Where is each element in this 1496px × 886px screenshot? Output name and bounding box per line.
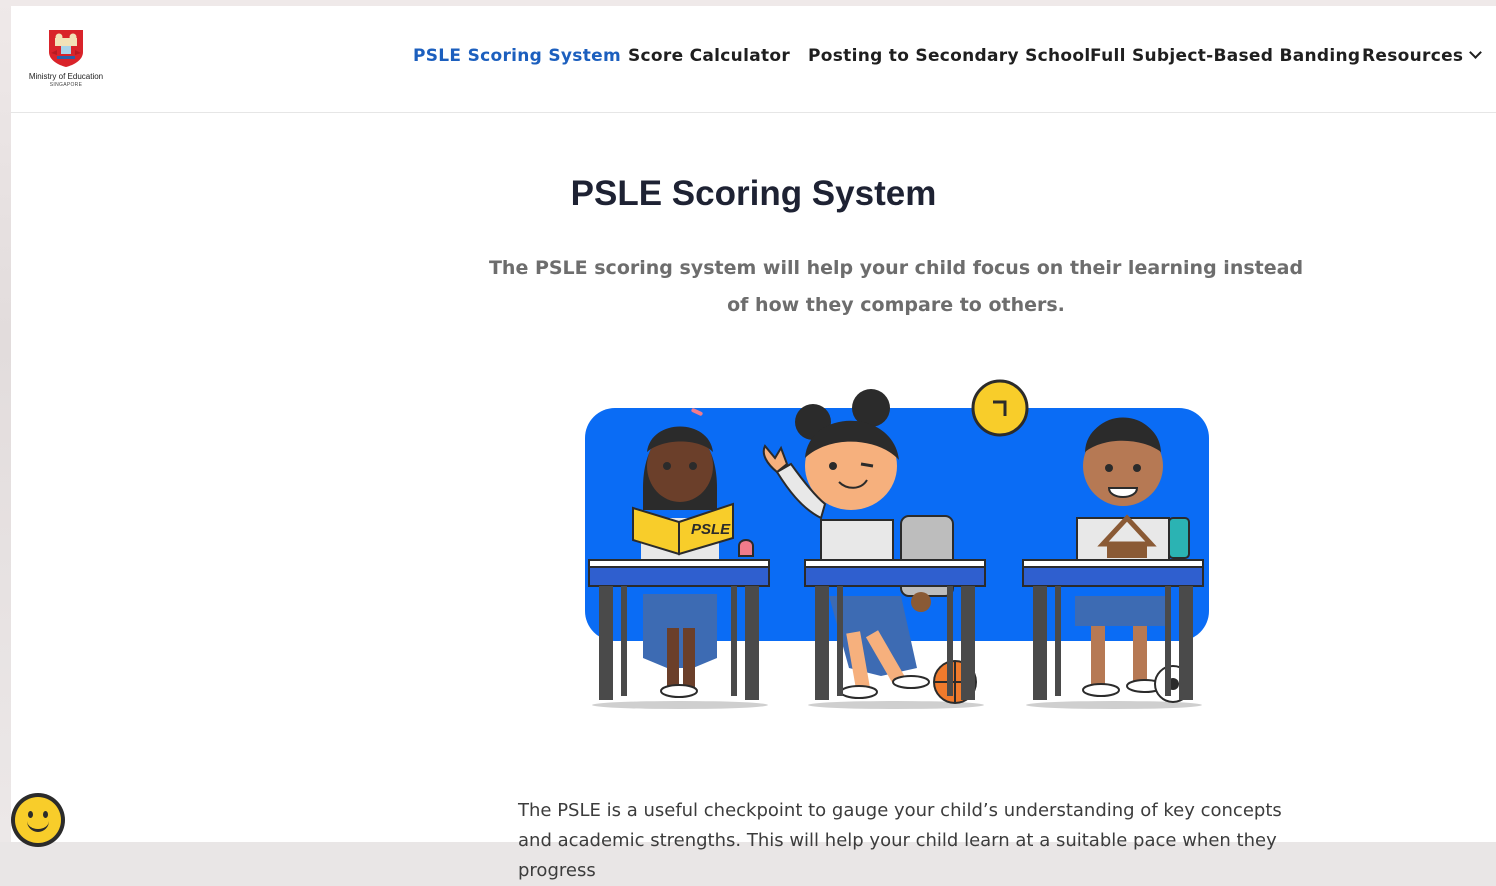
smiley-face-icon [15, 797, 61, 843]
nav-resources[interactable]: Resources [1362, 46, 1483, 66]
svg-text:PSLE: PSLE [691, 521, 731, 538]
students-illustration: PSLE [585, 379, 1209, 709]
logo-text: Ministry of Education [28, 72, 104, 81]
site-header: Ministry of Education SINGAPORE PSLE Sco… [11, 6, 1496, 113]
clock-icon [971, 379, 1029, 437]
smiley-mouth [27, 818, 49, 832]
chat-button[interactable] [11, 793, 65, 847]
smiley-eye [28, 811, 33, 818]
page-title: PSLE Scoring System [570, 174, 937, 213]
moe-logo[interactable]: Ministry of Education SINGAPORE [25, 26, 107, 90]
logo-subtext: SINGAPORE [49, 82, 83, 88]
page-subtitle: The PSLE scoring system will help your c… [488, 257, 1304, 316]
intro-paragraph: The PSLE is a useful checkpoint to gauge… [518, 800, 1282, 881]
smiley-eye [43, 811, 48, 818]
moe-crest-icon [49, 30, 83, 67]
nav-full-subject-based-banding[interactable]: Full Subject-Based Banding [1090, 46, 1360, 66]
nav-posting-secondary-school[interactable]: Posting to Secondary School [808, 46, 1091, 66]
nav-resources-label: Resources [1362, 46, 1464, 66]
nav-psle-scoring-system[interactable]: PSLE Scoring System [413, 46, 621, 66]
nav-score-calculator[interactable]: Score Calculator [628, 46, 790, 66]
chevron-down-icon [1469, 46, 1483, 59]
page: Ministry of Education SINGAPORE PSLE Sco… [11, 6, 1496, 881]
